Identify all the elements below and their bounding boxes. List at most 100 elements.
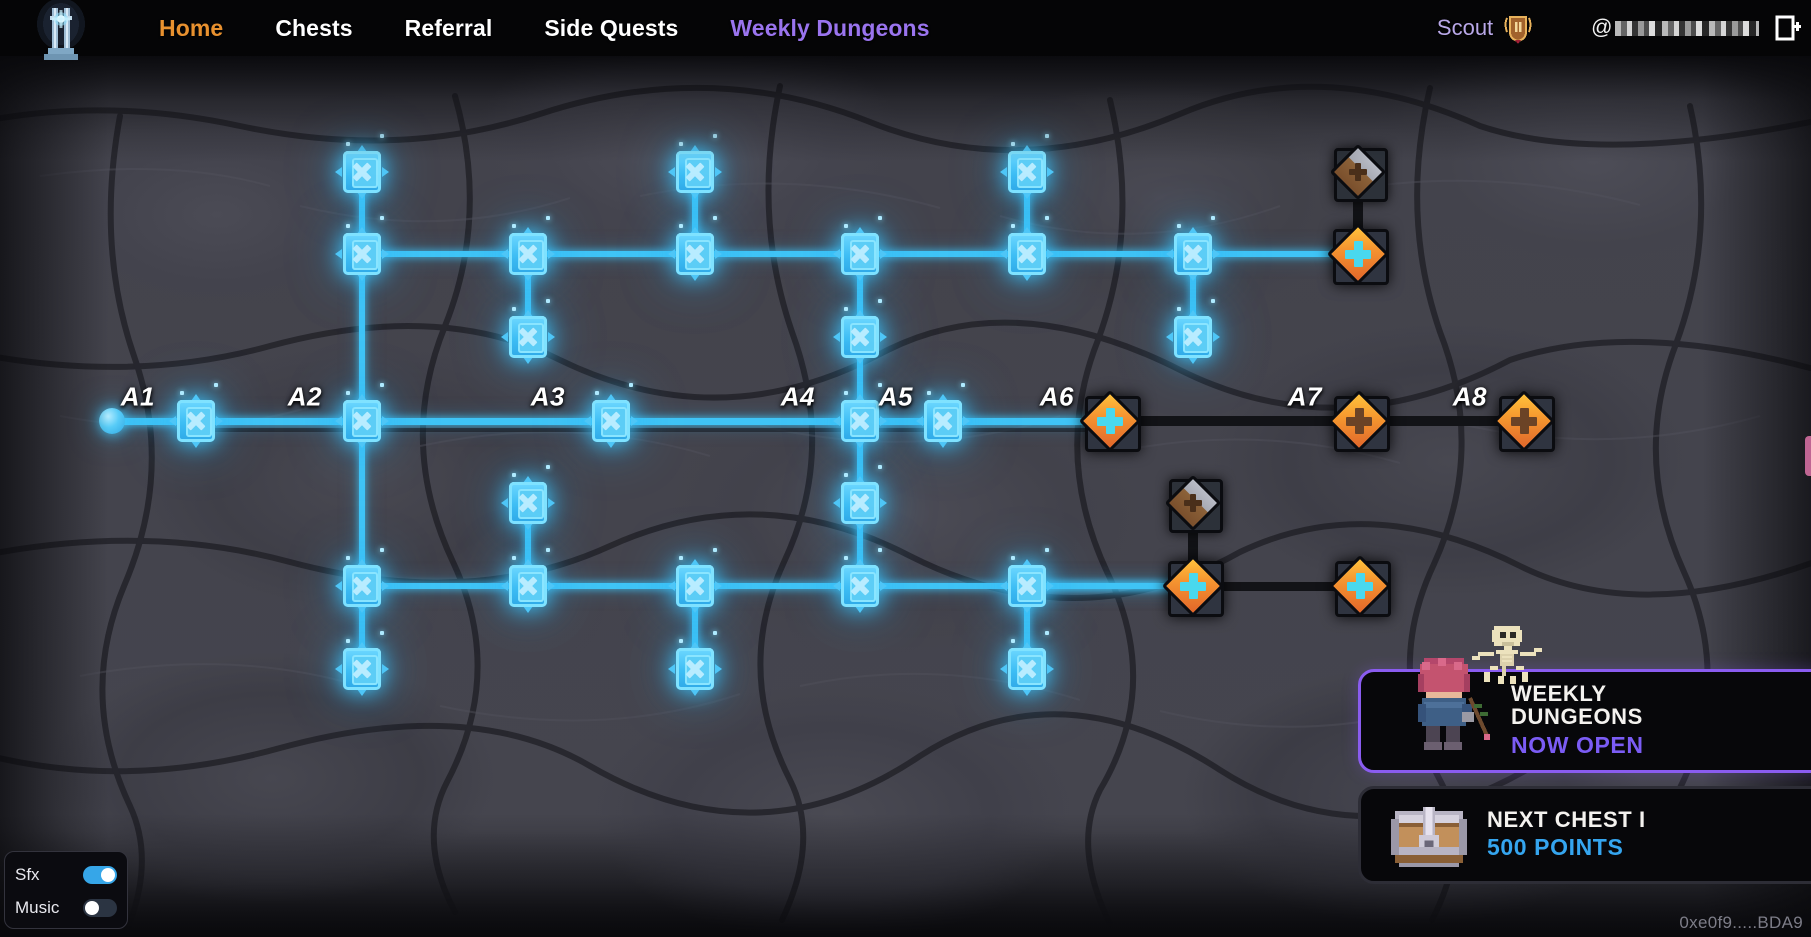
map-node-cyan[interactable] — [1166, 310, 1220, 364]
node-notch-left — [501, 498, 508, 508]
node-sparkle — [346, 391, 350, 395]
dungeon-map-canvas[interactable]: A1 A2 A3 A4 A5 A6 A7 A8 WEEKLY DUNGEONS NOW OPE… — [0, 56, 1811, 937]
node-notch-bottom — [357, 192, 367, 199]
node-notch-left — [833, 249, 840, 259]
node-cross-icon — [685, 162, 705, 182]
weekly-dungeons-card-title-2: DUNGEONS — [1511, 704, 1643, 729]
node-notch-bottom — [1188, 357, 1198, 364]
weekly-dungeons-card[interactable]: WEEKLY DUNGEONS NOW OPEN — [1358, 669, 1811, 773]
node-sparkle — [844, 224, 848, 228]
map-node-cyan[interactable] — [501, 310, 555, 364]
node-frame — [841, 565, 879, 607]
node-sparkle — [546, 216, 550, 220]
map-node-chest-chest-mid-right[interactable] — [1164, 474, 1223, 533]
node-notch-bottom — [523, 357, 533, 364]
nav-item-referral[interactable]: Referral — [379, 15, 519, 42]
map-node-cyan[interactable] — [1000, 227, 1054, 281]
next-chest-card[interactable]: NEXT CHEST I 500 POINTS — [1358, 786, 1811, 884]
username-label[interactable]: @ — [1591, 16, 1759, 40]
node-notch-right — [382, 249, 389, 259]
node-frame — [676, 648, 714, 690]
map-node-cyan[interactable] — [335, 642, 389, 696]
music-label: Music — [15, 897, 60, 917]
map-node-cyan[interactable] — [335, 145, 389, 199]
node-notch-right — [963, 416, 970, 426]
node-notch-left — [335, 664, 342, 674]
node-sparkle — [512, 473, 516, 477]
map-node-orange-A7[interactable] — [1327, 389, 1391, 453]
music-toggle[interactable] — [83, 898, 117, 917]
node-sparkle — [927, 391, 931, 395]
node-cross-icon — [1180, 573, 1206, 599]
node-sparkle — [380, 631, 384, 635]
node-sparkle — [346, 142, 350, 146]
node-notch-bottom — [690, 689, 700, 696]
map-node-orange-ne-branch[interactable] — [1326, 222, 1390, 286]
map-node-cyan[interactable] — [1166, 227, 1220, 281]
node-notch-right — [216, 416, 223, 426]
node-notch-right — [548, 332, 555, 342]
map-node-cyan[interactable] — [1000, 145, 1054, 199]
node-sparkle — [844, 307, 848, 311]
sfx-toggle[interactable] — [83, 865, 117, 884]
music-toggle-knob — [85, 900, 99, 915]
node-sparkle — [878, 216, 882, 220]
map-node-cyan[interactable] — [833, 476, 887, 530]
map-node-cyan[interactable] — [668, 559, 722, 613]
map-label-A6: A6 — [1039, 381, 1074, 412]
nav-item-weekly-dungeons[interactable]: Weekly Dungeons — [704, 15, 955, 42]
map-node-cyan[interactable] — [833, 227, 887, 281]
map-node-cyan[interactable] — [833, 559, 887, 613]
map-node-cyan[interactable] — [335, 394, 389, 448]
wallet-address-label[interactable]: 0xe0f9.....BDA9 — [1679, 913, 1803, 933]
node-frame — [592, 400, 630, 442]
node-notch-bottom — [523, 606, 533, 613]
map-node-cyan[interactable] — [668, 227, 722, 281]
scout-rank-label: Scout — [1436, 15, 1494, 40]
map-node-cyan[interactable] — [833, 394, 887, 448]
node-cross-icon — [1511, 408, 1537, 434]
map-node-cyan[interactable] — [833, 310, 887, 364]
node-cross-icon — [352, 659, 372, 679]
nav-item-chests[interactable]: Chests — [249, 15, 378, 42]
node-notch-right — [548, 498, 555, 508]
map-node-cyan[interactable] — [501, 559, 555, 613]
nav-item-home[interactable]: Home — [133, 15, 249, 42]
node-sparkle — [1045, 216, 1049, 220]
tower-spire-logo[interactable] — [34, 0, 88, 60]
map-node-cyan[interactable] — [501, 476, 555, 530]
node-cross-icon — [1345, 241, 1371, 267]
node-frame — [1008, 151, 1046, 193]
node-notch-right — [1213, 249, 1220, 259]
map-node-cyan[interactable] — [668, 145, 722, 199]
map-node-orange-A8[interactable] — [1492, 389, 1556, 453]
nav-item-side-quests[interactable]: Side Quests — [518, 15, 704, 42]
map-node-orange-se-branch-2[interactable] — [1328, 554, 1392, 618]
node-notch-right — [382, 167, 389, 177]
map-node-cyan[interactable] — [1000, 642, 1054, 696]
node-cross-icon — [1017, 244, 1037, 264]
map-node-chest-chest-top-right[interactable] — [1329, 143, 1388, 202]
node-notch-left — [833, 581, 840, 591]
map-node-orange-se-branch[interactable] — [1161, 554, 1225, 618]
map-node-cyan[interactable] — [169, 394, 223, 448]
map-node-cyan[interactable] — [335, 227, 389, 281]
exit-door-icon[interactable] — [1771, 11, 1805, 45]
node-notch-left — [169, 416, 176, 426]
map-node-cyan[interactable] — [916, 394, 970, 448]
node-notch-right — [382, 664, 389, 674]
node-sparkle — [713, 134, 717, 138]
map-node-cyan[interactable] — [584, 394, 638, 448]
node-notch-left — [584, 416, 591, 426]
node-sparkle — [346, 639, 350, 643]
map-node-cyan[interactable] — [1000, 559, 1054, 613]
node-sparkle — [844, 556, 848, 560]
node-notch-bottom — [191, 441, 201, 448]
node-sparkle — [1011, 142, 1015, 146]
node-notch-bottom — [523, 523, 533, 530]
map-node-cyan[interactable] — [668, 642, 722, 696]
map-node-cyan[interactable] — [501, 227, 555, 281]
map-node-orange-A6[interactable] — [1078, 389, 1142, 453]
map-node-cyan[interactable] — [335, 559, 389, 613]
node-sparkle — [961, 383, 965, 387]
